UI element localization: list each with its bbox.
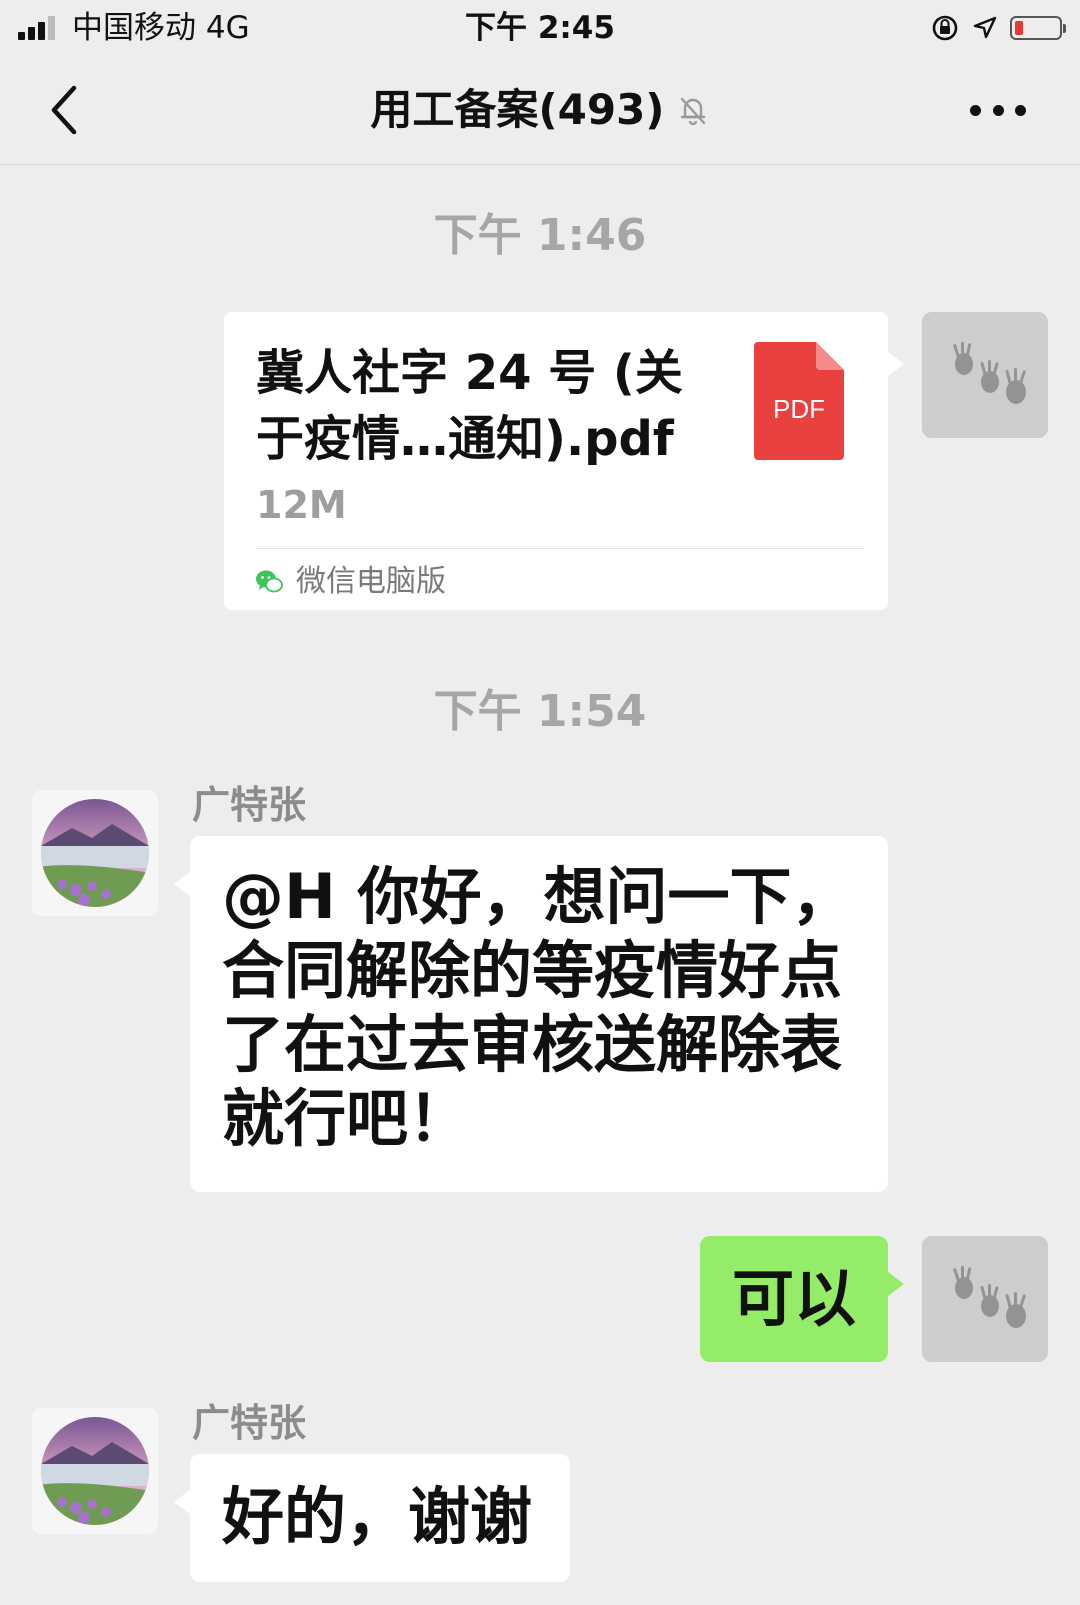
message-text: 好的，谢谢 — [222, 1480, 533, 1553]
sender-name: 广特张 — [192, 1401, 307, 1445]
pdf-icon-label: PDF — [773, 394, 825, 424]
status-time: 下午 2:45 — [465, 10, 615, 46]
rotation-lock-icon — [932, 15, 958, 41]
pdf-file-icon: PDF — [754, 342, 844, 460]
message-text: 可以 — [732, 1262, 857, 1335]
wechat-icon — [256, 570, 283, 593]
sender-avatar[interactable] — [32, 1408, 158, 1534]
incoming-message-bubble[interactable]: 好的，谢谢 — [174, 1454, 570, 1582]
location-icon — [973, 16, 997, 39]
status-bar: 中国移动 4G 下午 2:45 — [0, 0, 1080, 56]
outgoing-message-bubble[interactable]: 可以 — [700, 1236, 904, 1362]
file-message-card[interactable]: 冀人社字 24 号 (关于疫情…通知).pdf 12M PDF 微信电脑版 — [224, 312, 904, 610]
card-divider — [256, 548, 864, 549]
battery-icon — [1010, 16, 1066, 40]
message-timestamp: 下午 1:54 — [433, 686, 647, 737]
message-timestamp: 下午 1:46 — [433, 210, 647, 261]
chat-header: 用工备案(493) — [0, 56, 1080, 165]
chat-title[interactable]: 用工备案(493) — [370, 85, 664, 134]
message-text: @H 你好，想问一下，合同解除的等疫情好点了在过去审核送解除表就行吧！ — [222, 860, 854, 1155]
sender-avatar[interactable] — [32, 790, 158, 916]
handprint-image — [922, 1236, 1048, 1362]
landscape-avatar-image — [32, 1408, 158, 1534]
my-avatar[interactable] — [922, 312, 1048, 438]
more-dots-icon[interactable] — [970, 102, 1026, 118]
landscape-avatar-image — [32, 790, 158, 916]
file-source-label: 微信电脑版 — [296, 564, 446, 599]
file-name: 冀人社字 24 号 (关于疫情…通知).pdf — [256, 345, 683, 467]
battery-level — [1015, 21, 1023, 35]
my-avatar[interactable] — [922, 1236, 1048, 1362]
handprint-image — [922, 312, 1048, 438]
sender-name: 广特张 — [192, 783, 307, 827]
file-size: 12M — [256, 483, 347, 527]
bell-muted-icon — [680, 97, 705, 126]
incoming-message-bubble[interactable]: @H 你好，想问一下，合同解除的等疫情好点了在过去审核送解除表就行吧！ — [174, 836, 888, 1192]
